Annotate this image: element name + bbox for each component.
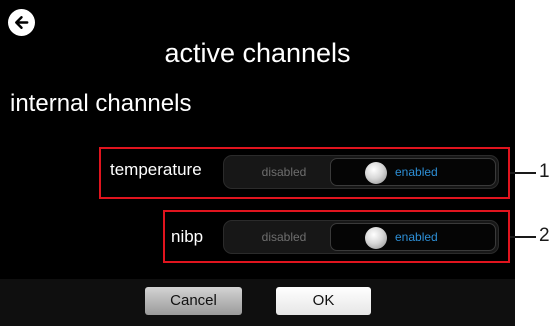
callout-box-2 bbox=[163, 210, 510, 263]
callout-line-1 bbox=[510, 172, 536, 174]
callout-number-1: 1 bbox=[539, 161, 549, 182]
back-button[interactable] bbox=[8, 9, 35, 36]
callout-number-2: 2 bbox=[539, 225, 549, 246]
cancel-button[interactable]: Cancel bbox=[145, 287, 242, 315]
back-arrow-icon bbox=[15, 16, 29, 29]
callout-box-1 bbox=[99, 147, 510, 199]
button-bar bbox=[0, 279, 515, 326]
ok-button[interactable]: OK bbox=[276, 287, 371, 315]
callout-line-2 bbox=[510, 236, 536, 238]
page-title: active channels bbox=[164, 38, 351, 68]
section-title: internal channels bbox=[10, 90, 192, 117]
